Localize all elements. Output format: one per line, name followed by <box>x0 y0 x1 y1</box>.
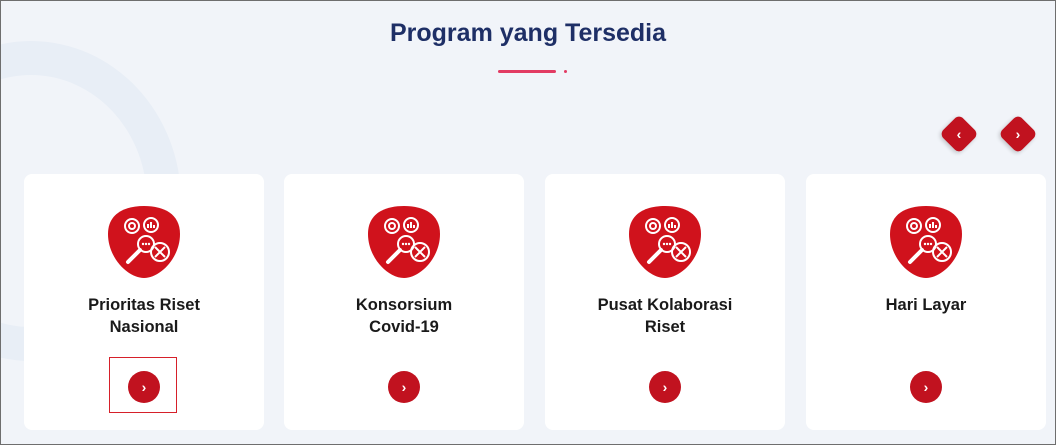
highlight-box <box>109 357 177 413</box>
research-analytics-icon <box>108 206 180 278</box>
chevron-left-icon: ‹ <box>956 126 962 142</box>
section-title: Program yang Tersedia <box>389 19 667 47</box>
carousel-prev-button[interactable]: ‹ <box>939 114 979 154</box>
research-analytics-icon <box>629 206 701 278</box>
chevron-right-icon: › <box>662 379 668 395</box>
card-open-button[interactable]: › <box>388 371 420 403</box>
card-open-button[interactable]: › <box>910 371 942 403</box>
research-analytics-icon <box>890 206 962 278</box>
program-card: Pusat Kolaborasi Riset › <box>545 174 785 430</box>
title-underline <box>498 70 556 73</box>
programs-section: Program yang Tersedia ‹ › Prioritas Rise… <box>0 0 1056 445</box>
title-underline-dot <box>564 70 567 73</box>
card-title: Pusat Kolaborasi Riset <box>597 296 733 336</box>
card-title: Konsorsium Covid-19 <box>355 296 453 336</box>
card-title: Prioritas Riset Nasional <box>88 296 200 336</box>
program-card: Konsorsium Covid-19 › <box>284 174 524 430</box>
research-analytics-icon <box>368 206 440 278</box>
card-open-button[interactable]: › <box>649 371 681 403</box>
chevron-right-icon: › <box>1015 126 1021 142</box>
card-title: Hari Layar <box>885 296 967 314</box>
chevron-right-icon: › <box>401 379 407 395</box>
chevron-right-icon: › <box>923 379 929 395</box>
carousel-next-button[interactable]: › <box>998 114 1038 154</box>
program-card: Hari Layar › <box>806 174 1046 430</box>
